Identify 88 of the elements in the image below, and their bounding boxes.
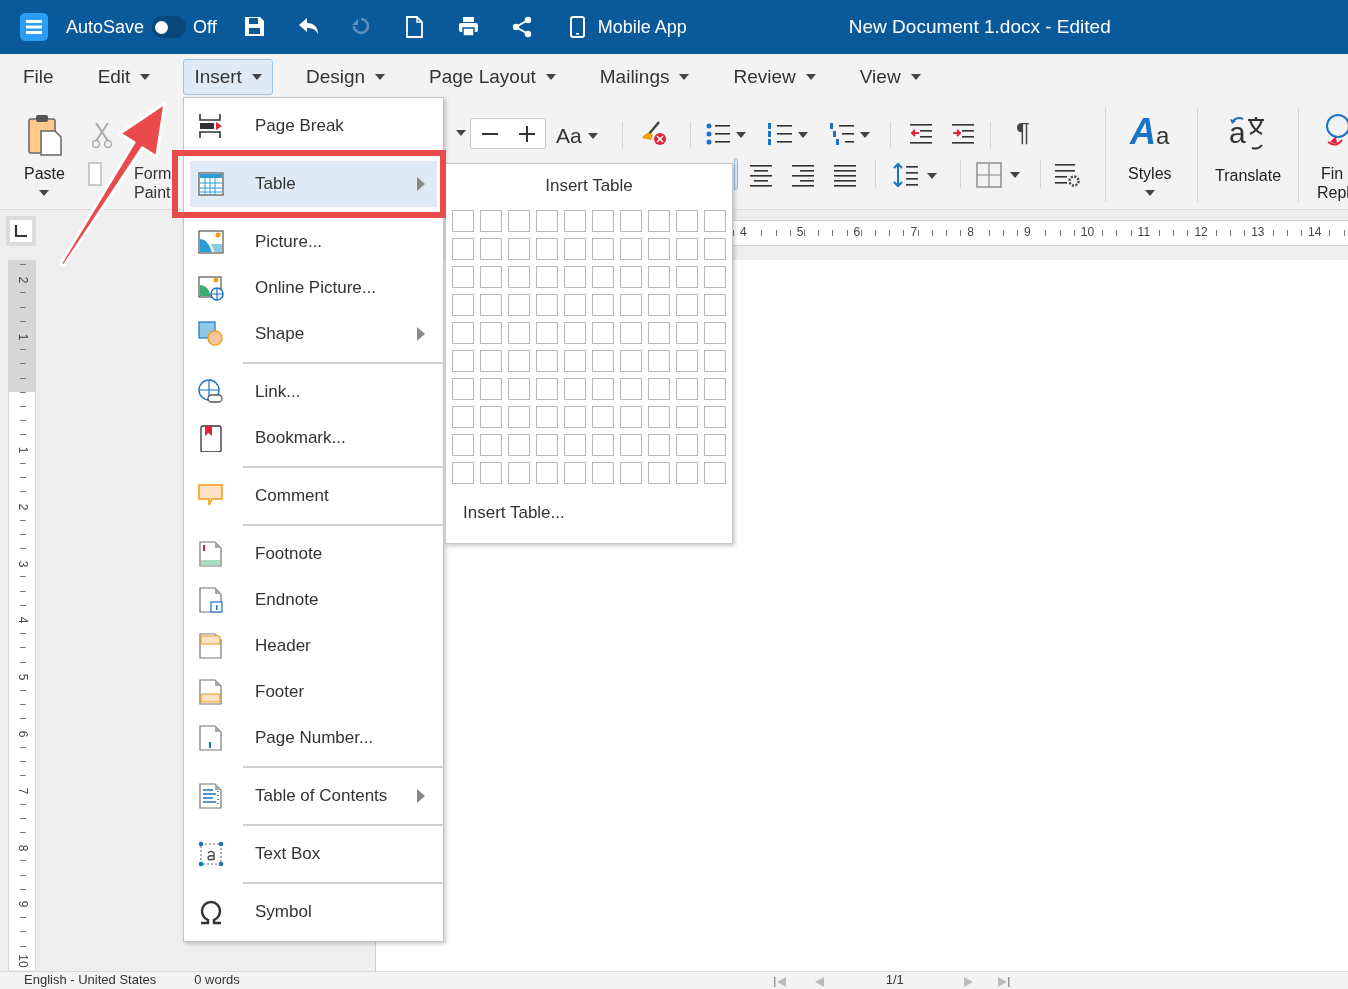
increase-indent-icon[interactable]: [952, 122, 975, 145]
clear-formatting-icon[interactable]: [639, 120, 667, 146]
footnote-icon: [198, 540, 224, 568]
table-of-contents-icon: [198, 782, 224, 810]
menu-item[interactable]: Symbol: [190, 889, 437, 935]
format-painter-label: Form: [134, 164, 172, 183]
ruler-label: 10: [16, 954, 30, 969]
autosave-state: Off: [193, 15, 217, 39]
menu-item[interactable]: Bookmark...: [190, 415, 437, 461]
menu-item[interactable]: Footer: [190, 669, 437, 715]
clipboard-icon: [27, 113, 63, 157]
corner-icon: [10, 220, 32, 242]
menu-item[interactable]: Online Picture...: [190, 265, 437, 311]
table-icon: [198, 170, 224, 198]
print-icon[interactable]: [457, 16, 479, 38]
multilevel-list-icon[interactable]: [830, 122, 870, 146]
globe-link-icon: [198, 378, 224, 406]
tab-selector[interactable]: [6, 216, 36, 246]
line-spacing-icon[interactable]: [893, 162, 939, 188]
change-case-button[interactable]: Aa: [556, 120, 598, 152]
new-document-icon[interactable]: [403, 16, 425, 38]
text-box-icon: [198, 840, 224, 868]
mobile-app-button[interactable]: Mobile App: [597, 13, 687, 41]
menu-item[interactable]: Page Layout: [418, 59, 567, 95]
menu-item[interactable]: Page Break: [190, 103, 437, 149]
menu-item[interactable]: Picture...: [190, 219, 437, 265]
menu-item[interactable]: Footnote: [190, 531, 437, 577]
menu-item[interactable]: Design: [294, 59, 397, 95]
translate-icon-letter: a: [1229, 118, 1246, 148]
paste-button[interactable]: Paste: [24, 162, 65, 196]
omega-icon: [198, 898, 224, 926]
online-picture-icon: [198, 274, 224, 302]
numbered-list-icon[interactable]: [768, 122, 808, 146]
panel-title: Insert Table: [545, 175, 633, 197]
word-count: 0 words: [194, 972, 240, 988]
menu-item[interactable]: Mailings: [588, 59, 701, 95]
menu-item[interactable]: Page Number...: [190, 715, 437, 761]
font-size-stepper[interactable]: [470, 118, 546, 149]
footer-icon: [198, 678, 224, 706]
menu-item[interactable]: Review: [722, 59, 827, 95]
caret-icon: [1144, 190, 1155, 196]
justify-icon[interactable]: [834, 164, 856, 187]
menu-item[interactable]: Text Box: [190, 831, 437, 877]
caret-icon: [456, 130, 466, 136]
align-right-icon[interactable]: [792, 164, 814, 187]
first-page-icon[interactable]: [773, 975, 786, 987]
find-replace-label[interactable]: Fin: [1321, 164, 1344, 183]
align-center-icon[interactable]: [750, 164, 772, 187]
menu-item[interactable]: Table: [190, 161, 437, 207]
show-formatting-button[interactable]: ¶: [1016, 118, 1030, 146]
caret-icon: [587, 132, 598, 139]
menu-item[interactable]: Edit: [86, 59, 162, 95]
translate-button[interactable]: Translate: [1215, 164, 1282, 188]
autosave-label: AutoSave: [66, 15, 145, 39]
insert-table-link[interactable]: Insert Table...: [463, 499, 565, 525]
picture-icon: [198, 228, 224, 256]
shape-icon: [198, 320, 224, 348]
menu-icon[interactable]: [20, 13, 48, 41]
save-icon[interactable]: [243, 16, 265, 38]
menu-item[interactable]: Link...: [190, 369, 437, 415]
caret-icon: [39, 190, 50, 196]
menu-item[interactable]: Endnote: [190, 577, 437, 623]
header-icon: [198, 632, 224, 660]
menu-item[interactable]: File: [12, 59, 65, 95]
find-replace-label[interactable]: Repl: [1317, 183, 1348, 202]
bookmark-icon: [198, 424, 224, 452]
page-number-icon: [198, 724, 224, 752]
menu-item[interactable]: Table of Contents: [190, 773, 437, 819]
page-indicator: 1/1: [885, 972, 904, 988]
paragraph-settings-icon[interactable]: [1055, 162, 1081, 188]
styles-button[interactable]: Styles: [1128, 162, 1172, 196]
page-break-icon: [198, 112, 224, 140]
document-title: New Document 1.docx - Edited: [848, 14, 1111, 39]
bullet-list-icon[interactable]: [706, 122, 746, 146]
endnote-icon: [198, 586, 224, 614]
format-painter-label: Paint: [134, 183, 171, 202]
last-page-icon[interactable]: [997, 975, 1010, 987]
styles-icon: Aa: [1130, 114, 1170, 150]
menu-item[interactable]: Insert: [183, 59, 273, 95]
share-icon[interactable]: [511, 16, 533, 38]
decrease-indent-icon[interactable]: [910, 122, 933, 145]
autosave-toggle[interactable]: [152, 16, 187, 38]
language-status[interactable]: English - United States: [24, 972, 157, 988]
menu-item[interactable]: Header: [190, 623, 437, 669]
menu-item[interactable]: Comment: [190, 473, 437, 519]
menu-item[interactable]: View: [848, 59, 932, 95]
plus-icon[interactable]: [518, 125, 535, 142]
menu-item[interactable]: Shape: [190, 311, 437, 357]
